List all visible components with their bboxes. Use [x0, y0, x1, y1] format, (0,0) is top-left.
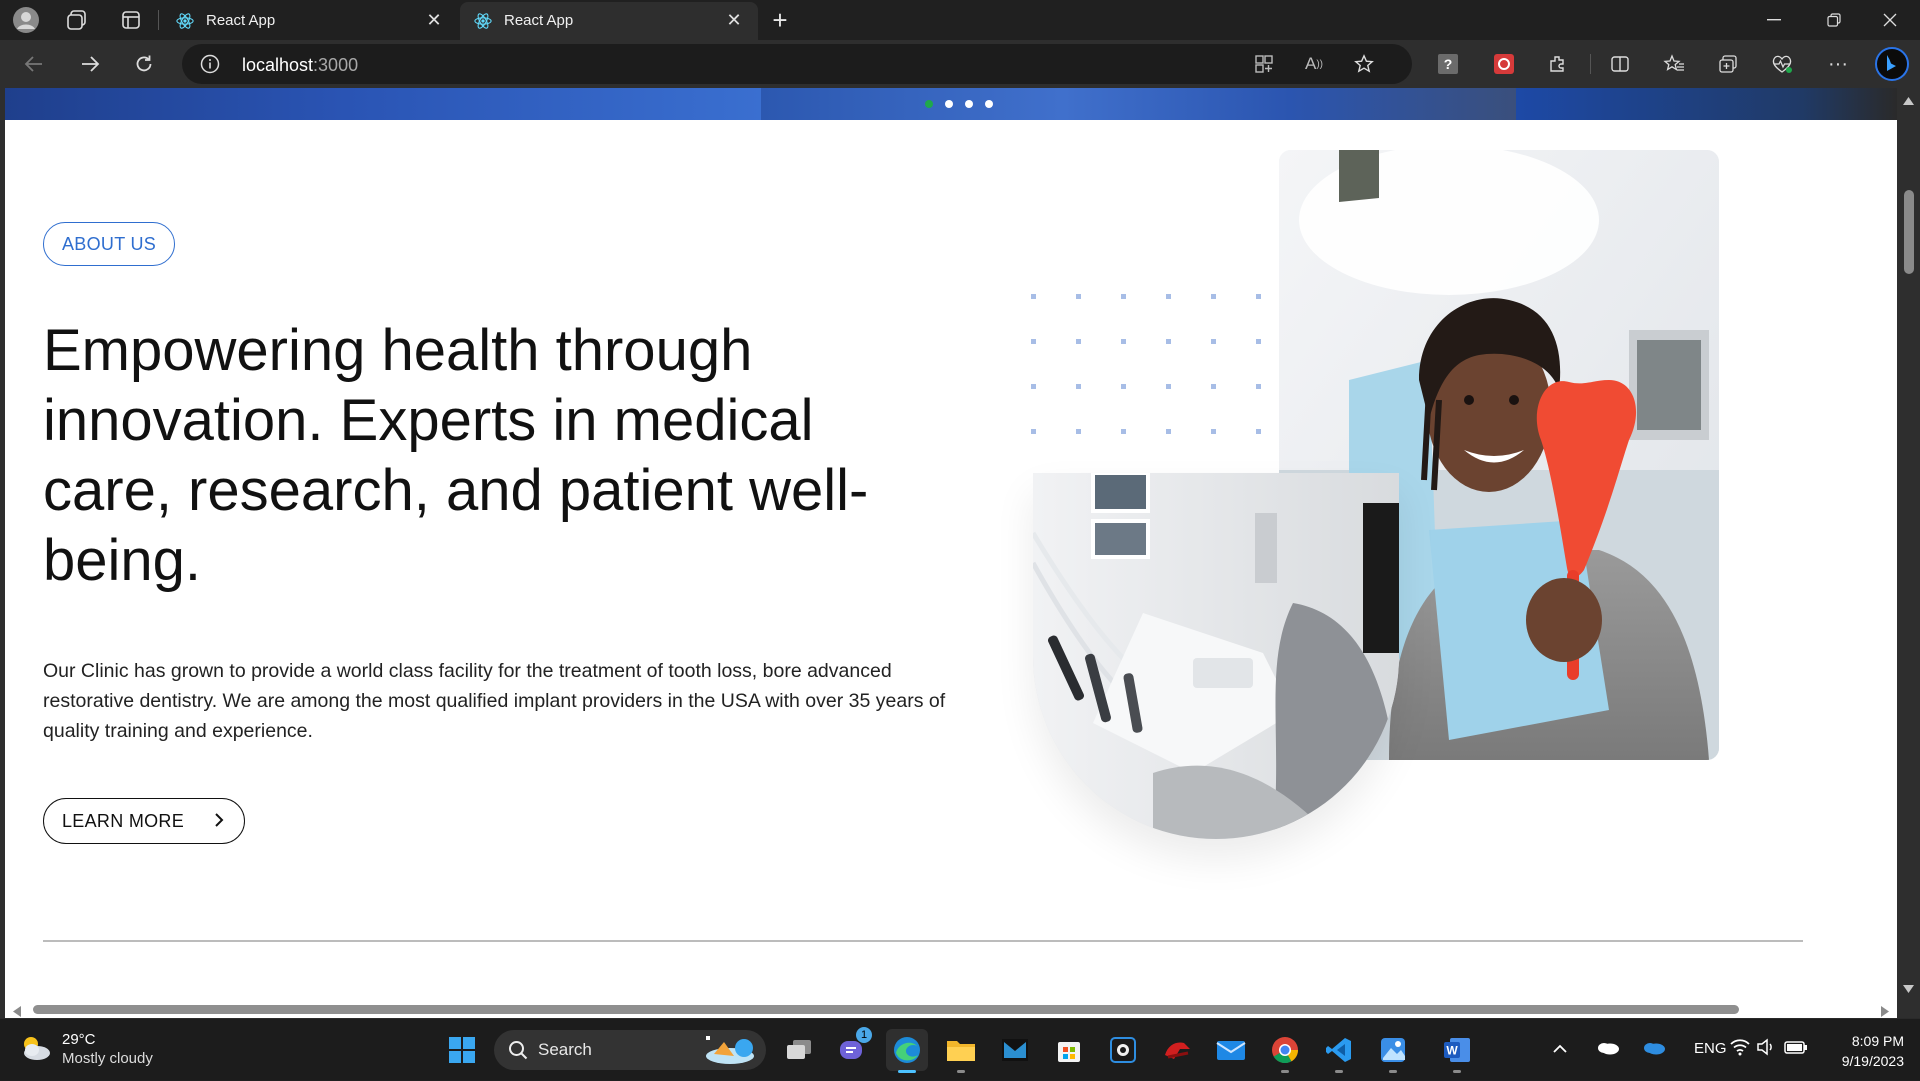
- web-page: ABOUT US Empowering health through innov…: [5, 88, 1897, 1000]
- scroll-up-icon[interactable]: [1903, 92, 1914, 110]
- carousel-dot[interactable]: [945, 100, 953, 108]
- collections-icon[interactable]: [1706, 40, 1750, 88]
- favorites-icon[interactable]: [1652, 40, 1696, 88]
- split-screen-icon[interactable]: [1598, 40, 1642, 88]
- browser-essentials-icon[interactable]: [1760, 40, 1804, 88]
- tab-react-app-1[interactable]: React App ✕: [162, 2, 458, 40]
- favorite-star-icon[interactable]: [1342, 40, 1386, 88]
- learn-more-button[interactable]: LEARN MORE: [43, 798, 245, 844]
- windows-taskbar: 29°C Mostly cloudy Search 1 W ENG 8:09 P…: [0, 1018, 1920, 1080]
- svg-text:W: W: [1446, 1044, 1458, 1058]
- browser-tab-strip: React App ✕ React App ✕ +: [0, 0, 1920, 40]
- app-available-icon[interactable]: [1242, 40, 1286, 88]
- extensions-icon[interactable]: [1536, 40, 1580, 88]
- search-highlight-icon: [700, 1034, 758, 1071]
- start-button[interactable]: [441, 1029, 483, 1071]
- back-icon[interactable]: [12, 40, 56, 88]
- mail-app-dark-icon[interactable]: [994, 1029, 1036, 1071]
- carousel-dot[interactable]: [925, 100, 933, 108]
- taskbar-search[interactable]: Search: [494, 1030, 766, 1070]
- weather-condition: Mostly cloudy: [62, 1050, 153, 1067]
- page-headline: Empowering health through innovation. Ex…: [43, 318, 869, 593]
- search-label: Search: [538, 1040, 592, 1059]
- learn-more-label: LEARN MORE: [62, 810, 185, 831]
- address-bar[interactable]: localhost:3000 A)): [182, 44, 1412, 84]
- vertical-scroll-thumb[interactable]: [1904, 190, 1914, 274]
- about-us-badge: ABOUT US: [43, 222, 176, 266]
- horizontal-scrollbar[interactable]: [5, 1000, 1897, 1018]
- cloudy-weather-icon: [18, 1031, 52, 1070]
- file-explorer-icon[interactable]: [940, 1029, 982, 1073]
- onedrive-white-icon[interactable]: [1596, 1039, 1620, 1059]
- react-logo-icon: [474, 12, 492, 34]
- tab-title: React App: [206, 12, 276, 29]
- url-text: localhost:3000: [242, 55, 359, 75]
- language-indicator[interactable]: ENG: [1694, 1040, 1727, 1057]
- hero-image-slice: [761, 88, 1516, 120]
- red-app-icon[interactable]: [1156, 1029, 1198, 1071]
- bing-copilot-icon[interactable]: [1870, 40, 1914, 88]
- read-aloud-icon[interactable]: A)): [1292, 40, 1336, 88]
- red-extension-icon[interactable]: [1482, 40, 1526, 88]
- tab-react-app-2[interactable]: React App ✕: [460, 2, 758, 40]
- battery-icon[interactable]: [1784, 1039, 1808, 1059]
- close-window-icon[interactable]: [1876, 6, 1904, 34]
- word-icon[interactable]: W: [1436, 1029, 1478, 1073]
- system-clock[interactable]: 8:09 PM 9/19/2023: [1832, 1031, 1904, 1071]
- more-options-icon[interactable]: ···: [1816, 40, 1860, 88]
- about-paragraph: Our Clinic has grown to provide a world …: [43, 660, 946, 742]
- carousel-dot[interactable]: [985, 100, 993, 108]
- page-viewport: ABOUT US Empowering health through innov…: [0, 88, 1920, 1018]
- scroll-down-icon[interactable]: [1903, 980, 1914, 998]
- close-tab-icon[interactable]: ✕: [724, 10, 744, 31]
- restore-icon[interactable]: [1820, 6, 1848, 34]
- help-extension-icon[interactable]: ?: [1426, 40, 1470, 88]
- weather-temperature: 29°C: [62, 1031, 96, 1048]
- wifi-icon[interactable]: [1730, 1038, 1750, 1060]
- vscode-icon[interactable]: [1318, 1029, 1360, 1073]
- volume-icon[interactable]: [1756, 1038, 1776, 1060]
- onedrive-blue-icon[interactable]: [1642, 1039, 1666, 1059]
- profile-avatar-icon[interactable]: [12, 6, 40, 34]
- media-player-icon[interactable]: [1102, 1029, 1144, 1071]
- task-view-icon[interactable]: [778, 1029, 820, 1071]
- react-logo-icon: [176, 12, 194, 34]
- weather-widget[interactable]: 29°C Mostly cloudy: [18, 1031, 153, 1070]
- refresh-icon[interactable]: [122, 40, 166, 88]
- carousel-dot[interactable]: [965, 100, 973, 108]
- close-tab-icon[interactable]: ✕: [424, 10, 444, 31]
- edge-browser-icon[interactable]: [886, 1029, 928, 1073]
- vertical-scrollbar[interactable]: [1897, 88, 1920, 1018]
- clock-time: 8:09 PM: [1851, 1033, 1904, 1049]
- tab-actions-icon[interactable]: [118, 8, 144, 32]
- photos-app-icon[interactable]: [1372, 1029, 1414, 1073]
- section-divider: [43, 940, 1803, 942]
- microsoft-store-icon[interactable]: [1048, 1029, 1090, 1071]
- chevron-right-icon: [212, 811, 226, 834]
- site-info-icon[interactable]: [200, 54, 220, 79]
- clock-date: 9/19/2023: [1841, 1053, 1904, 1069]
- browser-toolbar: localhost:3000 A)) ? ···: [0, 40, 1920, 88]
- workspaces-icon[interactable]: [64, 8, 90, 32]
- svg-text:?: ?: [1444, 56, 1453, 72]
- search-icon: [508, 1040, 528, 1065]
- forward-icon[interactable]: [68, 40, 112, 88]
- teams-chat-icon[interactable]: 1: [832, 1027, 874, 1071]
- show-hidden-icons-chevron-icon[interactable]: [1552, 1041, 1568, 1058]
- minimize-icon[interactable]: [1760, 6, 1788, 34]
- hero-banner-bottom: [5, 88, 1897, 120]
- teams-notification-badge: 1: [856, 1027, 872, 1043]
- mail-icon[interactable]: [1210, 1029, 1252, 1071]
- carousel-dots: [925, 100, 993, 110]
- tab-title: React App: [504, 12, 574, 29]
- horizontal-scroll-thumb[interactable]: [33, 1005, 1739, 1014]
- new-tab-icon[interactable]: +: [766, 5, 794, 35]
- chrome-icon[interactable]: [1264, 1029, 1306, 1073]
- dental-equipment-photo: [1033, 473, 1399, 839]
